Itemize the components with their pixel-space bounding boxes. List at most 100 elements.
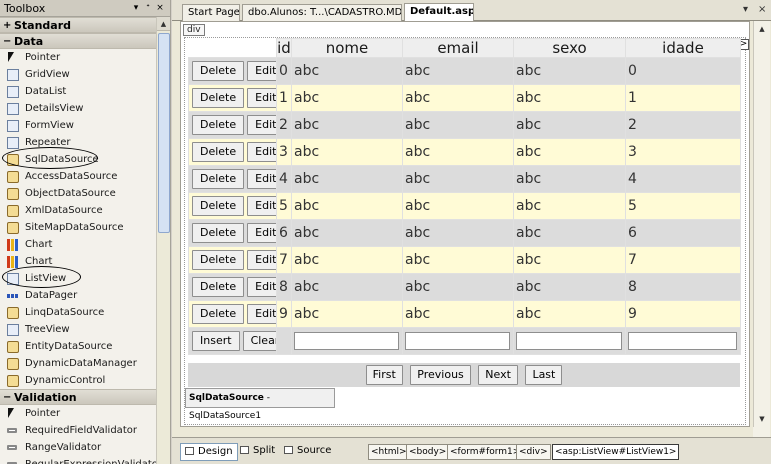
toolbox-section-validation[interactable]: − Validation [0,389,156,405]
tab-alunos-table[interactable]: dbo.Alunos: T...\CADASTRO.MDF) [242,4,402,21]
toolbox-item-regularexpressionvalidator[interactable]: RegularExpressionValidator [0,456,156,464]
toolbox-item-datalist[interactable]: DataList [0,83,156,100]
delete-button[interactable]: Delete [192,115,245,135]
previous-page-button[interactable]: Previous [410,365,471,385]
edit-button[interactable]: Edit [247,196,276,216]
split-view-button[interactable]: Split [236,443,279,461]
scroll-up-icon[interactable]: ▲ [754,21,770,37]
edit-button[interactable]: Edit [247,250,276,270]
delete-button[interactable]: Delete [192,88,245,108]
toolbox-item-label: DetailsView [25,103,84,114]
close-icon[interactable]: × [154,3,166,13]
toolbox-item-rangevalidator[interactable]: RangeValidator [0,439,156,456]
cell-email: abc [402,165,514,193]
toolbox-item-entitydatasource[interactable]: EntityDataSource [0,338,156,355]
next-page-button[interactable]: Next [478,365,518,385]
toolbox-item-sitemapdatasource[interactable]: SiteMapDataSource [0,219,156,236]
listview-table[interactable]: id nome email sexo idade Delete Edit 0 abc a… [188,38,741,355]
clear-button[interactable]: Clear [242,331,276,351]
delete-button[interactable]: Delete [192,250,245,270]
toolbox-item-chart[interactable]: Chart [0,236,156,253]
insert-cell-sexo [513,327,626,355]
cell-id: 0 [276,57,292,85]
tab-list-icon[interactable]: ▾ [743,4,748,15]
edit-button[interactable]: Edit [247,88,276,108]
insert-actions: Insert Clear [188,327,277,355]
edit-button[interactable]: Edit [247,169,276,189]
design-view-button[interactable]: Design [180,443,238,461]
toolbox-item-datapager[interactable]: DataPager [0,287,156,304]
pin-icon[interactable]: ᐩ [142,3,154,13]
breadcrumb-div[interactable]: <div> [516,444,551,460]
delete-button[interactable]: Delete [192,277,245,297]
close-document-icon[interactable]: × [758,4,766,15]
toolbox-item-formview[interactable]: FormView [0,117,156,134]
toolbox-menu-icon[interactable]: ▾ [130,3,142,13]
toolbox-item-requiredfieldvalidator[interactable]: RequiredFieldValidator [0,422,156,439]
insert-cell-nome [291,327,403,355]
edit-button[interactable]: Edit [247,223,276,243]
toolbox-item-accessdatasource[interactable]: AccessDataSource [0,168,156,185]
toolbox-item-objectdatasource[interactable]: ObjectDataSource [0,185,156,202]
dynamiccontrol-icon [7,374,19,387]
delete-button[interactable]: Delete [192,142,245,162]
toolbox-section-data[interactable]: − Data [0,33,156,49]
breadcrumb-body[interactable]: <body> [406,444,450,460]
tab-start-page[interactable]: Start Page [182,4,240,21]
toolbox-item-label: RegularExpressionValidator [25,459,156,464]
breadcrumb-form[interactable]: <form#form1> [447,444,524,460]
source-view-button[interactable]: Source [280,443,335,461]
last-page-button[interactable]: Last [525,365,563,385]
cell-id: 7 [276,246,292,274]
div-tag-label[interactable]: div [183,24,205,36]
scroll-thumb[interactable] [158,33,170,233]
toolbox-item-xmldatasource[interactable]: XmlDataSource [0,202,156,219]
toolbox-section-standard[interactable]: + Standard [0,17,156,33]
table-row: Delete Edit 9 abc abc abc 9 [188,300,741,328]
scroll-up-icon[interactable]: ▲ [157,17,170,31]
breadcrumb-listview[interactable]: <asp:ListView#ListView1> [552,444,680,460]
edit-button[interactable]: Edit [247,304,276,324]
collapse-icon[interactable]: − [3,392,14,403]
edit-button[interactable]: Edit [247,142,276,162]
first-page-button[interactable]: First [365,365,403,385]
expand-icon[interactable]: + [3,20,14,31]
design-surface[interactable]: div > id nome email sexo idade Delete Edi… [180,21,750,427]
toolbox-item-pointer[interactable]: Pointer [0,49,156,66]
toolbox-item-treeview[interactable]: TreeView [0,321,156,338]
sqldatasource-control[interactable]: SqlDataSource - SqlDataSource1 [185,388,335,421]
document-tabs: Start Page dbo.Alunos: T...\CADASTRO.MDF… [172,0,771,22]
cell-idade: 1 [625,84,741,112]
nome-input[interactable] [294,332,399,350]
toolbox-item-detailsview[interactable]: DetailsView [0,100,156,117]
design-vertical-scrollbar[interactable]: ▲ ▼ [753,21,770,427]
toolbox-item-dynamiccontrol[interactable]: DynamicControl [0,372,156,389]
toolbox-item-dynamicdatamanager[interactable]: DynamicDataManager [0,355,156,372]
toolbox-item-gridview[interactable]: GridView [0,66,156,83]
toolbox-section-label: Data [14,34,44,48]
delete-button[interactable]: Delete [192,196,245,216]
delete-button[interactable]: Delete [192,223,245,243]
detailsview-icon [7,102,19,115]
idade-input[interactable] [628,332,737,350]
insert-button[interactable]: Insert [192,331,240,351]
delete-button[interactable]: Delete [192,61,245,81]
breadcrumb-html[interactable]: <html> [368,444,410,460]
tab-default-aspx[interactable]: Default.aspx [404,3,474,22]
edit-button[interactable]: Edit [247,61,276,81]
cell-nome: abc [291,165,403,193]
sexo-input[interactable] [516,332,622,350]
delete-button[interactable]: Delete [192,304,245,324]
email-input[interactable] [405,332,510,350]
edit-button[interactable]: Edit [247,115,276,135]
toolbox-scrollbar[interactable]: ▲ [156,17,170,464]
delete-button[interactable]: Delete [192,169,245,189]
listview-body: Delete Edit 0 abc abc abc 0 Delete Edit 1 abc abc ab… [188,57,741,355]
collapse-icon[interactable]: − [3,36,14,47]
column-header-nome: nome [291,38,403,58]
edit-button[interactable]: Edit [247,277,276,297]
toolbox-item-pointer[interactable]: Pointer [0,405,156,422]
scroll-down-icon[interactable]: ▼ [754,411,770,427]
column-header-id: id [276,38,292,58]
toolbox-item-linqdatasource[interactable]: LinqDataSource [0,304,156,321]
